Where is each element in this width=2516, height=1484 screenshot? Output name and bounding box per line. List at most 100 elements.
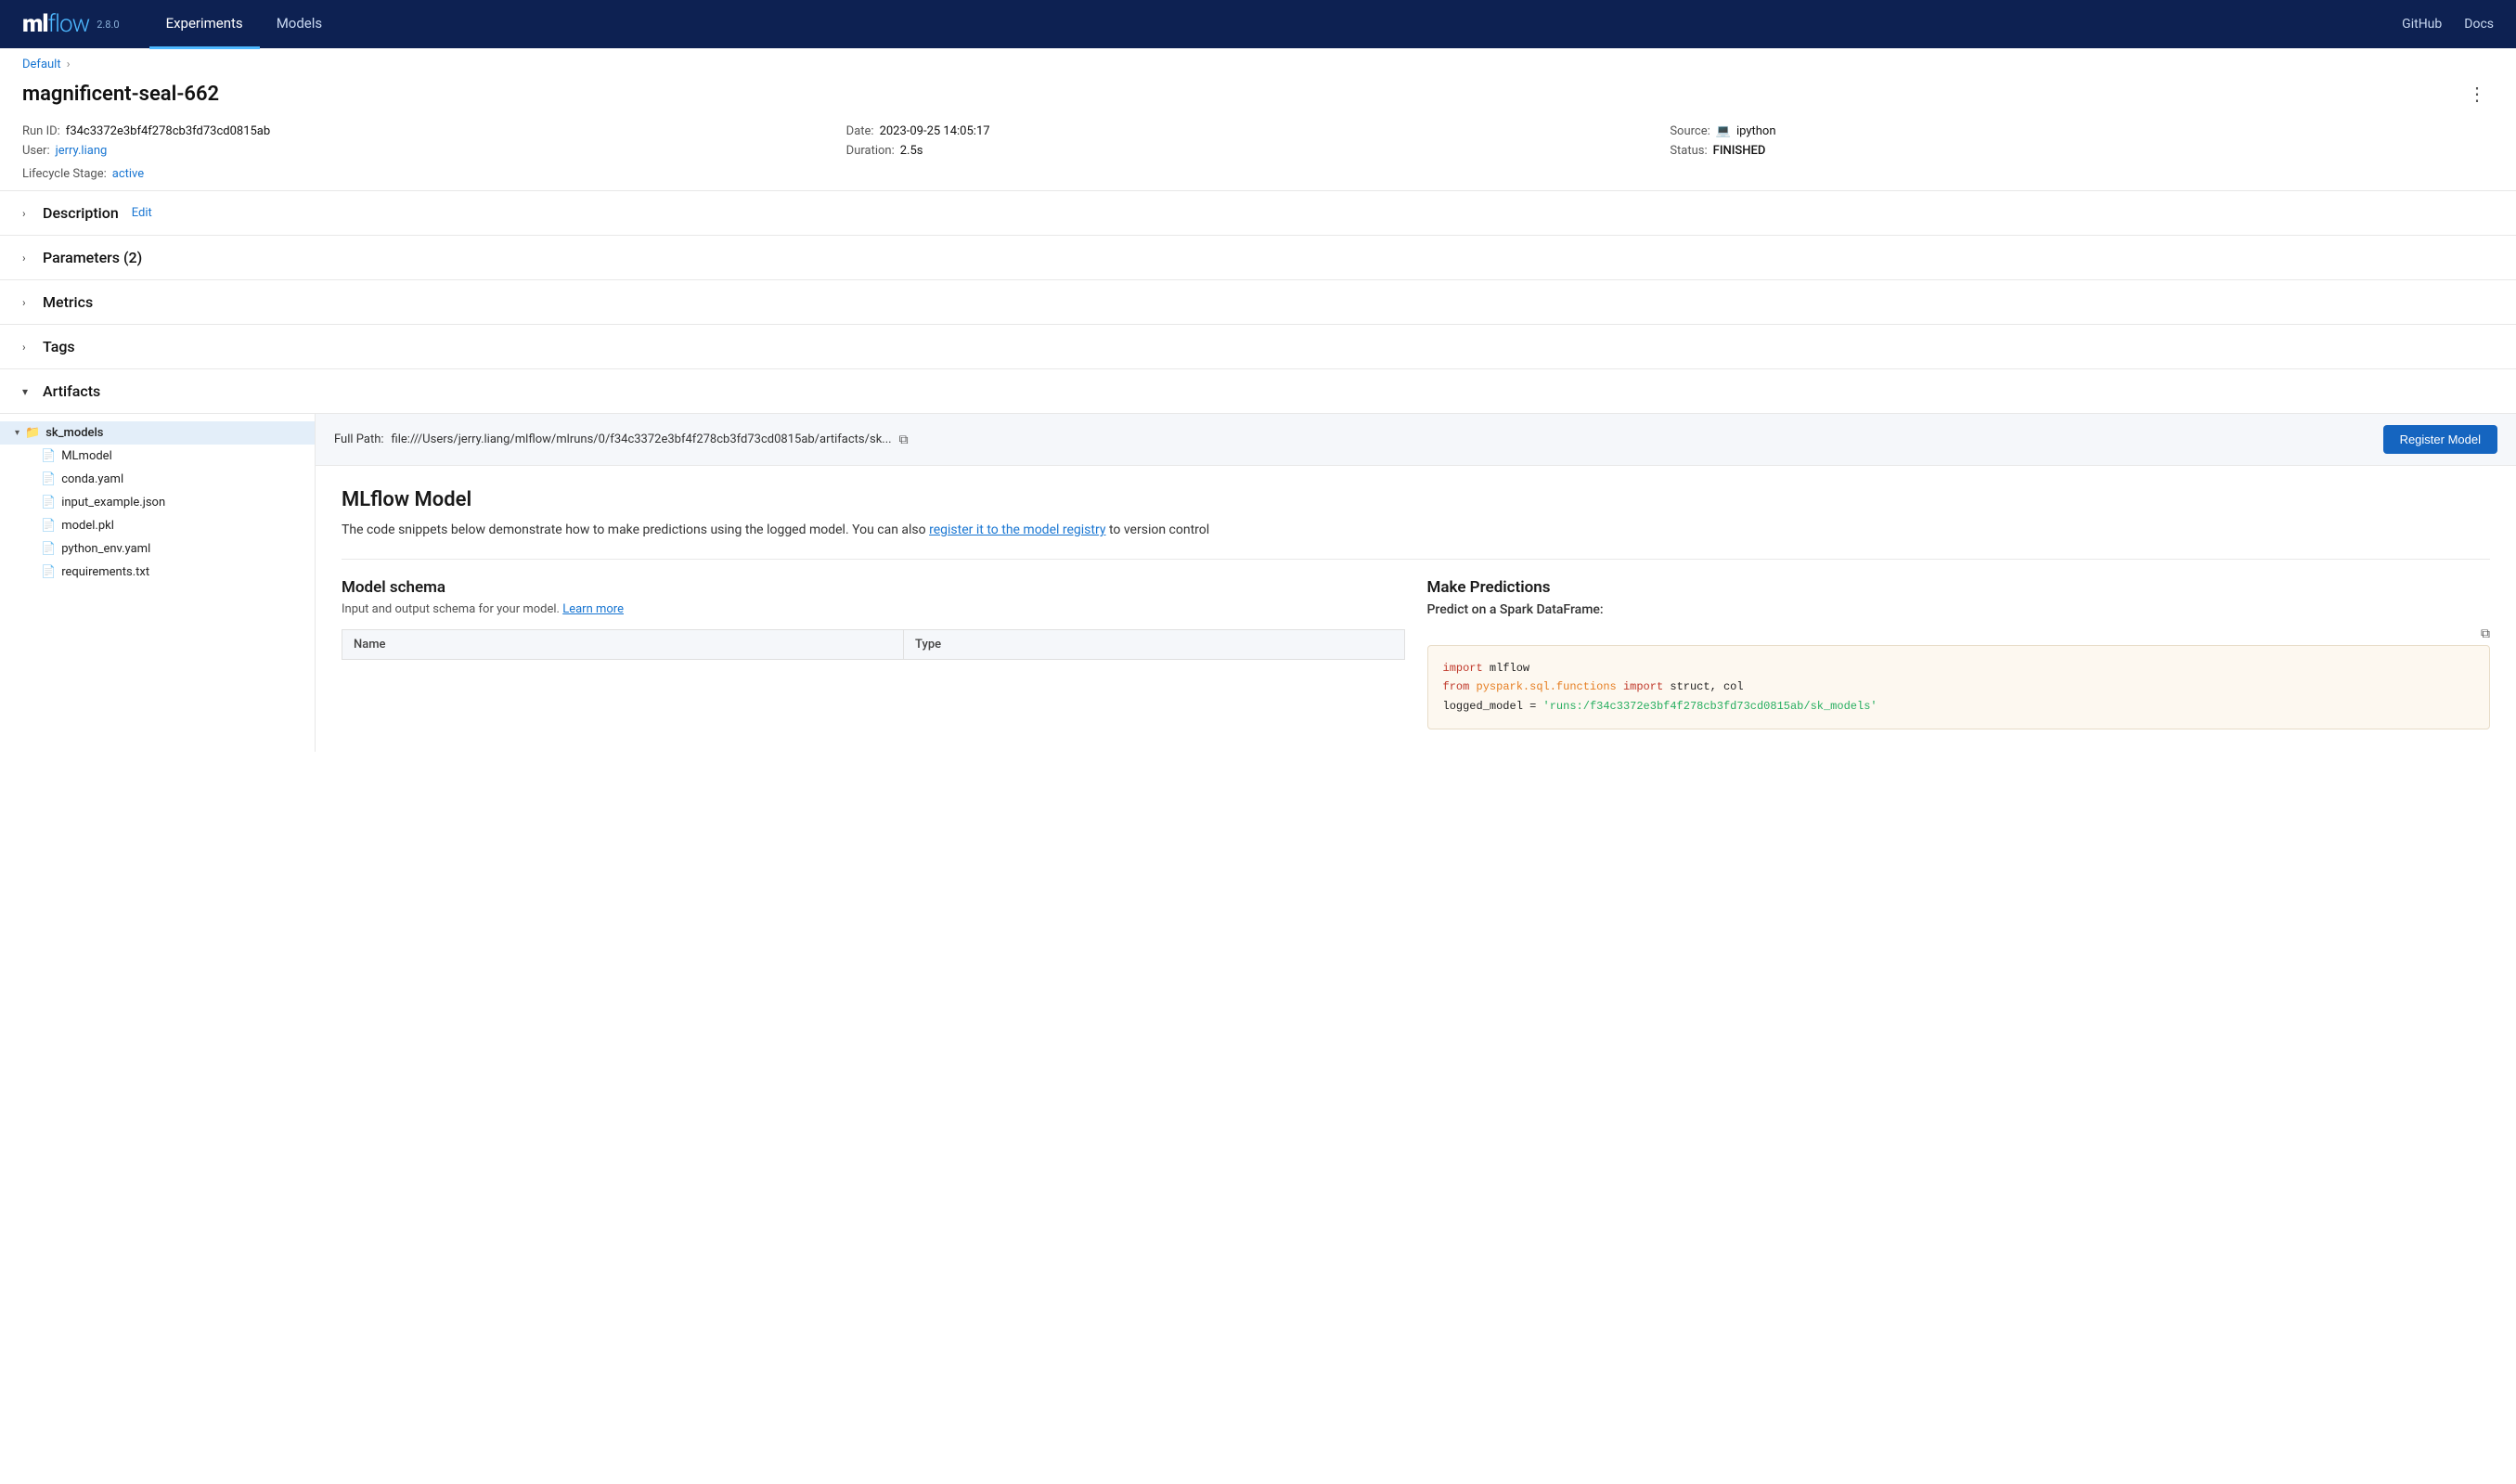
run-id-label: Run ID: (22, 124, 60, 138)
tree-file-requirements[interactable]: 📄 requirements.txt (0, 561, 315, 584)
duration-value: 2.5s (900, 144, 923, 158)
user-item: User: jerry.liang (22, 144, 846, 158)
folder-icon: 📁 (25, 426, 40, 440)
two-col-layout: Model schema Input and output schema for… (342, 559, 2490, 729)
file-icon-5: 📄 (41, 565, 56, 579)
tree-file-conda[interactable]: 📄 conda.yaml (0, 468, 315, 491)
artifacts-chevron: ▾ (22, 385, 35, 398)
artifacts-header[interactable]: ▾ Artifacts (22, 369, 2494, 413)
breadcrumb-parent[interactable]: Default (22, 58, 61, 71)
predict-spark-label: Predict on a Spark DataFrame: (1427, 602, 2491, 617)
code-block: import mlflow from pyspark.sql.functions… (1427, 645, 2491, 729)
code-line-2: logged_model = 'runs:/f34c3372e3bf4f278c… (1443, 697, 2475, 716)
tree-file-mlmodel[interactable]: 📄 MLmodel (0, 445, 315, 468)
schema-col: Model schema Input and output schema for… (342, 578, 1405, 729)
parameters-header[interactable]: › Parameters (2) (22, 236, 2494, 279)
file-icon-2: 📄 (41, 496, 56, 510)
breadcrumb: Default › (0, 48, 2516, 75)
brand-ml: mlflow (22, 10, 89, 38)
file-name-1: conda.yaml (61, 472, 123, 486)
predictions-title: Make Predictions (1427, 578, 2491, 597)
predict-copy-area: ⧉ (1427, 626, 2491, 641)
full-path-text: Full Path: file:///Users/jerry.liang/mlf… (334, 432, 909, 447)
date-value: 2023-09-25 14:05:17 (880, 124, 990, 138)
run-id-value: f34c3372e3bf4f278cb3fd73cd0815ab (66, 124, 270, 138)
tree-file-model-pkl[interactable]: 📄 model.pkl (0, 514, 315, 537)
section-tags: › Tags (0, 324, 2516, 368)
file-name-2: input_example.json (61, 496, 165, 510)
kebab-menu-button[interactable]: ⋮ (2460, 79, 2494, 110)
artifacts-title: Artifacts (43, 382, 100, 400)
nav-models[interactable]: Models (260, 0, 339, 49)
mlflow-model-content: MLflow Model The code snippets below dem… (316, 466, 2516, 752)
nav-experiments[interactable]: Experiments (149, 0, 260, 49)
predictions-col: Make Predictions Predict on a Spark Data… (1427, 578, 2491, 729)
copy-path-icon[interactable]: ⧉ (899, 432, 909, 447)
file-icon-3: 📄 (41, 519, 56, 533)
file-name-0: MLmodel (61, 449, 112, 463)
section-artifacts: ▾ Artifacts (0, 368, 2516, 413)
artifacts-body: ▾ 📁 sk_models 📄 MLmodel 📄 conda.yaml 📄 i… (0, 413, 2516, 752)
section-metrics: › Metrics (0, 279, 2516, 324)
schema-title: Model schema (342, 578, 1405, 597)
description-header[interactable]: › Description Edit (22, 191, 2494, 235)
nav-docs[interactable]: Docs (2464, 17, 2494, 32)
source-icon: 💻 (1716, 124, 1731, 138)
section-description: › Description Edit (0, 190, 2516, 235)
page-header: magnificent-seal-662 ⋮ (0, 75, 2516, 121)
metrics-chevron: › (22, 296, 35, 309)
source-value: ipython (1736, 124, 1776, 138)
brand-version: 2.8.0 (97, 19, 119, 31)
folder-arrow: ▾ (15, 428, 19, 438)
meta-grid: Run ID: f34c3372e3bf4f278cb3fd73cd0815ab… (0, 121, 2516, 165)
tree-folder-sk-models[interactable]: ▾ 📁 sk_models (0, 421, 315, 445)
file-tree: ▾ 📁 sk_models 📄 MLmodel 📄 conda.yaml 📄 i… (0, 414, 316, 752)
code-line-1: from pyspark.sql.functions import struct… (1443, 677, 2475, 696)
full-path-label: Full Path: (334, 432, 384, 446)
copy-code-icon[interactable]: ⧉ (2481, 626, 2490, 641)
date-label: Date: (846, 124, 874, 138)
user-value[interactable]: jerry.liang (56, 144, 108, 158)
file-icon-1: 📄 (41, 472, 56, 486)
section-parameters: › Parameters (2) (0, 235, 2516, 279)
lifecycle-value: active (112, 167, 144, 181)
artifact-detail: Full Path: file:///Users/jerry.liang/mlf… (316, 414, 2516, 752)
tree-file-input-example[interactable]: 📄 input_example.json (0, 491, 315, 514)
mlflow-model-desc: The code snippets below demonstrate how … (342, 521, 2490, 540)
brand: mlflow 2.8.0 (22, 10, 120, 38)
source-label: Source: (1670, 124, 1710, 138)
lifecycle-row: Lifecycle Stage: active (0, 165, 2516, 190)
schema-desc: Input and output schema for your model. … (342, 602, 1405, 616)
metrics-title: Metrics (43, 293, 93, 311)
file-icon-0: 📄 (41, 449, 56, 463)
description-chevron: › (22, 207, 35, 220)
tags-header[interactable]: › Tags (22, 325, 2494, 368)
registry-link[interactable]: register it to the model registry (929, 523, 1105, 537)
mlflow-model-title: MLflow Model (342, 488, 2490, 511)
full-path-value: file:///Users/jerry.liang/mlflow/mlruns/… (392, 432, 892, 446)
breadcrumb-separator: › (67, 58, 71, 71)
code-line-0: import mlflow (1443, 659, 2475, 677)
nav-github[interactable]: GitHub (2402, 17, 2442, 32)
register-model-button[interactable]: Register Model (2383, 425, 2497, 454)
date-item: Date: 2023-09-25 14:05:17 (846, 124, 1671, 138)
learn-more-link[interactable]: Learn more (562, 602, 624, 616)
folder-name: sk_models (45, 426, 103, 440)
status-value: FINISHED (1713, 144, 1766, 158)
source-item: Source: 💻 ipython (1670, 124, 2494, 138)
page-title: magnificent-seal-662 (22, 83, 219, 106)
user-label: User: (22, 144, 50, 158)
schema-col-name: Name (342, 630, 904, 660)
tags-chevron: › (22, 341, 35, 354)
duration-label: Duration: (846, 144, 895, 158)
nav-links: Experiments Models (149, 0, 2403, 49)
schema-table: Name Type (342, 629, 1405, 660)
parameters-title: Parameters (2) (43, 249, 142, 266)
file-name-5: requirements.txt (61, 565, 149, 579)
status-label: Status: (1670, 144, 1707, 158)
tree-file-python-env[interactable]: 📄 python_env.yaml (0, 537, 315, 561)
metrics-header[interactable]: › Metrics (22, 280, 2494, 324)
description-title: Description (43, 204, 119, 222)
file-icon-4: 📄 (41, 542, 56, 556)
description-edit[interactable]: Edit (132, 206, 152, 220)
